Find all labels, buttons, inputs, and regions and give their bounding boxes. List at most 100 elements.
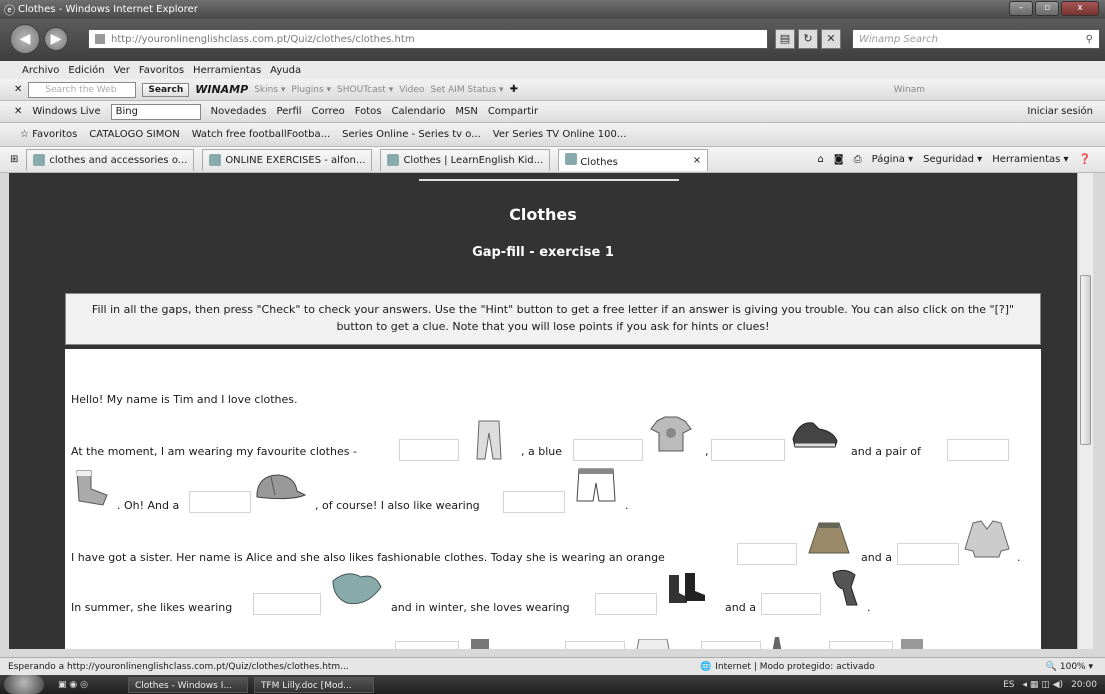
tab-learnenglish[interactable]: Clothes | LearnEnglish Kid...: [380, 148, 551, 171]
tab-online-exercises[interactable]: ONLINE EXERCISES - alfon...: [202, 148, 373, 171]
correo-link[interactable]: Correo: [312, 106, 345, 117]
line-5-text-d: .: [867, 601, 871, 614]
msn-link[interactable]: MSN: [455, 106, 477, 117]
tab-favicon: [209, 154, 222, 166]
compat-icon[interactable]: ▤: [775, 29, 795, 49]
close-button[interactable]: x: [1061, 1, 1099, 16]
line-5-text-c: and a: [725, 601, 756, 614]
skins-menu[interactable]: Skins ▾: [254, 85, 285, 95]
menu-edicion[interactable]: Edición: [68, 65, 104, 76]
line-4-text: I have got a sister. Her name is Alice a…: [71, 551, 665, 564]
gap-12[interactable]: [395, 641, 459, 649]
calendario-link[interactable]: Calendario: [391, 106, 445, 117]
menu-ayuda[interactable]: Ayuda: [270, 65, 301, 76]
add-icon[interactable]: ✚: [510, 84, 518, 95]
line-2-text-d: and a pair of: [851, 445, 921, 458]
taskbar-word[interactable]: TFM Lilly.doc [Mod...: [253, 676, 374, 693]
pagina-menu[interactable]: Página ▾: [872, 154, 914, 165]
maximize-button[interactable]: ▫: [1035, 1, 1059, 16]
vertical-scrollbar[interactable]: [1077, 173, 1093, 649]
language-indicator[interactable]: ES: [1003, 680, 1014, 690]
gap-13[interactable]: [565, 641, 625, 649]
shoutcast-menu[interactable]: SHOUTcast ▾: [337, 85, 393, 95]
clock[interactable]: 20:00: [1071, 680, 1097, 690]
signin-link[interactable]: Iniciar sesión: [1027, 106, 1105, 117]
search-icon[interactable]: ⚲: [1086, 34, 1093, 45]
close-toolbar-icon[interactable]: ✕: [14, 84, 22, 95]
line-4-text-c: .: [1017, 551, 1021, 564]
back-button[interactable]: ◀: [10, 24, 40, 54]
help-icon[interactable]: ❓: [1079, 154, 1091, 165]
gap-15[interactable]: [829, 641, 893, 649]
menu-archivo[interactable]: Archivo: [22, 65, 59, 76]
video-menu[interactable]: Video: [399, 85, 424, 95]
windows-live-label[interactable]: Windows Live: [32, 106, 100, 117]
line-3-text-c: .: [625, 499, 629, 512]
menu-ver[interactable]: Ver: [114, 65, 130, 76]
title-bar: ⓔ Clothes - Windows Internet Explorer – …: [0, 0, 1105, 19]
favorites-button[interactable]: ☆ Favoritos: [20, 129, 77, 140]
tray-icons[interactable]: ◂ ▦ ◫ ◀): [1023, 680, 1064, 690]
quicklaunch-icons[interactable]: ▣ ◉ ◎: [58, 680, 88, 690]
compartir-link[interactable]: Compartir: [488, 106, 538, 117]
taskbar-ie[interactable]: Clothes - Windows I...: [127, 676, 248, 693]
plugins-menu[interactable]: Plugins ▾: [291, 85, 331, 95]
novedades-link[interactable]: Novedades: [211, 106, 267, 117]
address-bar[interactable]: http://youronlinenglishclass.com.pt/Quiz…: [88, 29, 768, 49]
gap-4[interactable]: [947, 439, 1009, 461]
gap-14[interactable]: [701, 641, 761, 649]
line-5-text-b: and in winter, she loves wearing: [391, 601, 570, 614]
aim-status-menu[interactable]: Set AIM Status ▾: [430, 85, 503, 95]
fav-series-online[interactable]: Series Online - Series tv o...: [342, 129, 481, 140]
menu-favoritos[interactable]: Favoritos: [139, 65, 184, 76]
gap-9[interactable]: [253, 593, 321, 615]
fotos-link[interactable]: Fotos: [355, 106, 382, 117]
zoom-level[interactable]: 🔍 100% ▾: [1046, 662, 1093, 672]
command-bar: ⌂ ◙ ⎙ Página ▾ Seguridad ▾ Herramientas …: [818, 154, 1105, 165]
minimize-button[interactable]: –: [1009, 1, 1033, 16]
page-subtitle: Gap-fill - exercise 1: [472, 245, 614, 260]
shirt-icon: [636, 639, 670, 649]
sock-icon: [76, 470, 108, 506]
quick-tabs-icon[interactable]: ⊞: [10, 154, 18, 165]
fav-ver-series[interactable]: Ver Series TV Online 100...: [493, 129, 627, 140]
home-icon[interactable]: ⌂: [818, 154, 824, 165]
line-2-text-b: , a blue: [521, 445, 563, 458]
stop-icon[interactable]: ✕: [821, 29, 841, 49]
gap-3[interactable]: [711, 439, 785, 461]
gap-5[interactable]: [189, 491, 251, 513]
gap-1[interactable]: [399, 439, 459, 461]
perfil-link[interactable]: Perfil: [277, 106, 302, 117]
menu-herramientas[interactable]: Herramientas: [193, 65, 261, 76]
scrollbar-thumb[interactable]: [1080, 275, 1091, 445]
close-toolbar-icon[interactable]: ✕: [14, 106, 22, 117]
tab-favicon: [33, 154, 46, 166]
gap-11[interactable]: [761, 593, 821, 615]
fav-catalogo[interactable]: CATALOGO SIMON: [89, 129, 179, 140]
refresh-icon[interactable]: ↻: [798, 29, 818, 49]
gap-8[interactable]: [897, 543, 959, 565]
tab-label: ONLINE EXERCISES - alfon...: [225, 154, 366, 166]
line-3-text: . Oh! And a: [117, 499, 180, 512]
gap-2[interactable]: [573, 439, 643, 461]
feeds-icon[interactable]: ◙: [834, 154, 844, 165]
favorites-label: Favoritos: [32, 129, 78, 140]
toolbar-search-input[interactable]: Search the Web: [28, 81, 137, 98]
gap-7[interactable]: [737, 543, 797, 565]
gap-6[interactable]: [503, 491, 565, 513]
tab-clothes-accessories[interactable]: clothes and accessories o...: [26, 148, 195, 171]
fav-football[interactable]: Watch free footballFootba...: [192, 129, 330, 140]
tab-close-icon[interactable]: ×: [693, 155, 701, 166]
seguridad-menu[interactable]: Seguridad ▾: [923, 154, 982, 165]
search-box[interactable]: Winamp Search ⚲: [852, 29, 1100, 49]
menu-bar: Archivo Edición Ver Favoritos Herramient…: [0, 61, 1105, 79]
tab-clothes[interactable]: Clothes ×: [558, 148, 709, 171]
toolbar-search-button[interactable]: Search: [142, 82, 190, 97]
bing-search-input[interactable]: Bing: [110, 103, 201, 120]
gap-10[interactable]: [595, 593, 657, 615]
start-button[interactable]: [4, 675, 44, 694]
security-zone[interactable]: 🌐 Internet | Modo protegido: activado: [700, 662, 875, 672]
herramientas-menu[interactable]: Herramientas ▾: [992, 154, 1068, 165]
forward-button[interactable]: ▶: [44, 27, 68, 51]
print-icon[interactable]: ⎙: [854, 154, 862, 165]
